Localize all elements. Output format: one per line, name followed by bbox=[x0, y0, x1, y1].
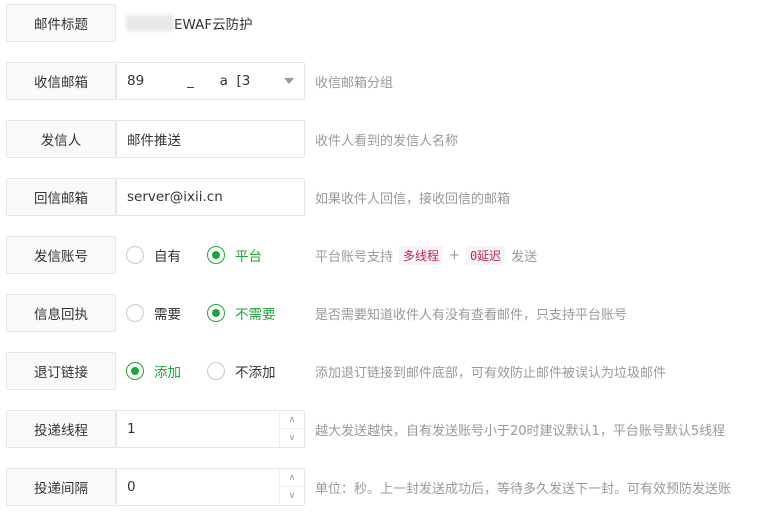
subject-row: 邮件标题 xxxxxx EWAF云防护 bbox=[0, 4, 762, 44]
account-hint-pre: 平台账号支持 bbox=[315, 249, 394, 265]
interval-stepper: ∧ ∨ bbox=[279, 469, 304, 505]
subject-text: EWAF云防护 bbox=[173, 17, 253, 33]
recipients-select-value: 89 _ a [3 bbox=[127, 73, 251, 89]
threads-value: 1 bbox=[127, 421, 136, 437]
account-label: 发信账号 bbox=[6, 236, 116, 274]
chevron-down-icon[interactable]: ∨ bbox=[280, 487, 304, 505]
radio-label: 不添加 bbox=[235, 365, 276, 381]
recipients-hint: 收信邮箱分组 bbox=[315, 75, 394, 91]
unsubscribe-label: 退订链接 bbox=[6, 352, 116, 390]
account-hint-post: 发送 bbox=[511, 249, 538, 265]
recipients-select[interactable]: 89 _ a [3 bbox=[116, 62, 305, 100]
interval-label: 投递间隔 bbox=[6, 468, 116, 506]
radio-circle-icon bbox=[126, 246, 144, 264]
receipt-row: 信息回执 需要 不需要 是否需要知道收件人有没有查看邮件，只支持平台账号 bbox=[0, 294, 762, 334]
radio-unsubscribe-none[interactable]: 不添加 bbox=[207, 361, 276, 381]
plus-sign: + bbox=[449, 247, 460, 263]
unsubscribe-hint: 添加退订链接到邮件底部，可有效防止邮件被误认为垃圾邮件 bbox=[315, 365, 667, 381]
threads-number-input[interactable]: 1 ∧ ∨ bbox=[116, 410, 305, 448]
radio-platform-account[interactable]: 平台 bbox=[207, 245, 262, 265]
unsubscribe-row: 退订链接 添加 不添加 添加退订链接到邮件底部，可有效防止邮件被误认为垃圾邮件 bbox=[0, 352, 762, 392]
radio-label: 需要 bbox=[154, 307, 181, 323]
radio-label: 自有 bbox=[154, 249, 181, 265]
threads-stepper: ∧ ∨ bbox=[279, 411, 304, 447]
sender-label: 发信人 bbox=[6, 120, 116, 158]
threads-label: 投递线程 bbox=[6, 410, 116, 448]
radio-circle-icon bbox=[207, 362, 225, 380]
account-hint: 平台账号支持 多线程 + 0延迟 发送 bbox=[315, 236, 537, 274]
radio-unsubscribe-add[interactable]: 添加 bbox=[126, 361, 181, 381]
chevron-down-icon bbox=[284, 78, 294, 84]
radio-label: 平台 bbox=[235, 249, 262, 265]
threads-hint: 越大发送越快，自有发送账号小于20时建议默认1，平台账号默认5线程 bbox=[315, 423, 726, 439]
radio-label: 不需要 bbox=[235, 307, 276, 323]
reply-row: 回信邮箱 server@ixii.cn 如果收件人回信，接收回信的邮箱 bbox=[0, 178, 762, 218]
threads-row: 投递线程 1 ∧ ∨ 越大发送越快，自有发送账号小于20时建议默认1，平台账号默… bbox=[0, 410, 762, 450]
sender-hint: 收件人看到的发信人名称 bbox=[315, 133, 459, 149]
recipients-row: 收信邮箱 89 _ a [3 收信邮箱分组 bbox=[0, 62, 762, 102]
radio-receipt-need[interactable]: 需要 bbox=[126, 303, 181, 323]
account-row: 发信账号 自有 平台 平台账号支持 多线程 + 0延迟 发送 bbox=[0, 236, 762, 276]
interval-hint: 单位：秒。上一封发送成功后，等待多久发送下一封。可有效预防发送账 bbox=[315, 481, 732, 497]
radio-circle-icon bbox=[126, 304, 144, 322]
chevron-up-icon[interactable]: ∧ bbox=[280, 469, 304, 487]
reply-hint: 如果收件人回信，接收回信的邮箱 bbox=[315, 191, 511, 207]
radio-checked-icon bbox=[207, 304, 225, 322]
chevron-down-icon[interactable]: ∨ bbox=[280, 429, 304, 447]
mail-settings-form: 邮件标题 xxxxxx EWAF云防护 收信邮箱 89 _ a [3 收信邮箱分… bbox=[0, 0, 762, 523]
radio-checked-icon bbox=[207, 246, 225, 264]
chevron-up-icon[interactable]: ∧ bbox=[280, 411, 304, 429]
reply-email-input[interactable]: server@ixii.cn bbox=[116, 178, 305, 216]
zero-delay-code: 0延迟 bbox=[465, 245, 506, 265]
reply-label: 回信邮箱 bbox=[6, 178, 116, 216]
radio-checked-icon bbox=[126, 362, 144, 380]
subject-blurred-text: xxxxxx bbox=[126, 15, 174, 31]
sender-input[interactable]: 邮件推送 bbox=[116, 120, 305, 158]
radio-own-account[interactable]: 自有 bbox=[126, 245, 181, 265]
unsubscribe-radio-group: 添加 不添加 bbox=[126, 352, 302, 390]
multithread-code: 多线程 bbox=[399, 245, 444, 265]
subject-value: xxxxxx EWAF云防护 bbox=[116, 4, 253, 42]
radio-receipt-no-need[interactable]: 不需要 bbox=[207, 303, 276, 323]
interval-value: 0 bbox=[127, 479, 136, 495]
interval-number-input[interactable]: 0 ∧ ∨ bbox=[116, 468, 305, 506]
receipt-hint: 是否需要知道收件人有没有查看邮件，只支持平台账号 bbox=[315, 307, 628, 323]
interval-row: 投递间隔 0 ∧ ∨ 单位：秒。上一封发送成功后，等待多久发送下一封。可有效预防… bbox=[0, 468, 762, 508]
receipt-label: 信息回执 bbox=[6, 294, 116, 332]
sender-row: 发信人 邮件推送 收件人看到的发信人名称 bbox=[0, 120, 762, 160]
radio-label: 添加 bbox=[154, 365, 181, 381]
account-radio-group: 自有 平台 bbox=[126, 236, 288, 274]
receipt-radio-group: 需要 不需要 bbox=[126, 294, 302, 332]
recipients-label: 收信邮箱 bbox=[6, 62, 116, 100]
subject-label: 邮件标题 bbox=[6, 4, 116, 42]
